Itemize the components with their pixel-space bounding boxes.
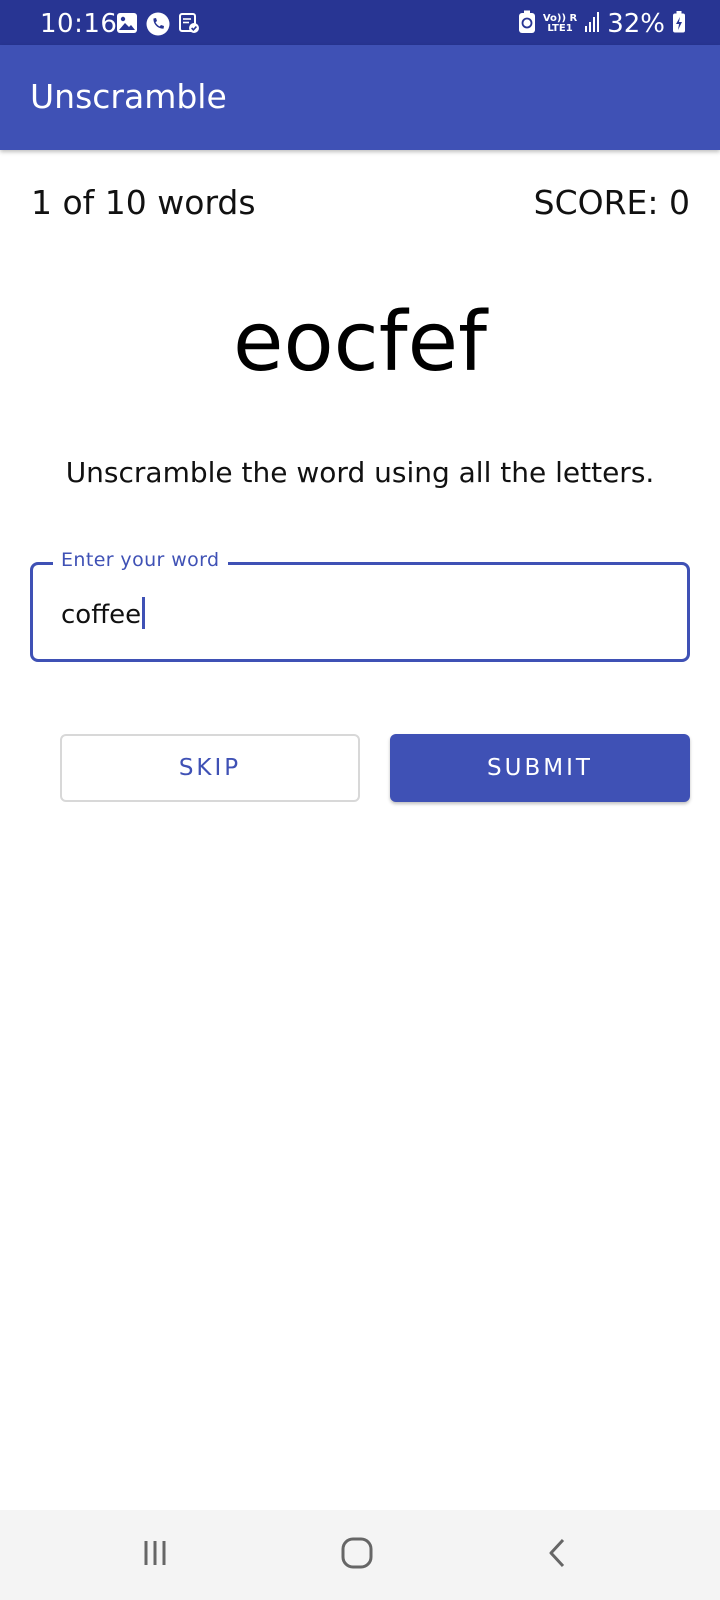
image-icon — [116, 12, 138, 41]
signal-icon — [584, 10, 600, 39]
battery-charging-icon — [672, 10, 686, 39]
status-bar: 10:16 Vo)) R LTE1 32% — [0, 0, 720, 45]
phone-icon — [146, 12, 170, 41]
word-input-value: coffee — [61, 600, 142, 630]
word-input-label: Enter your word — [53, 549, 228, 571]
home-button[interactable] — [332, 1530, 382, 1580]
status-notification-icons — [116, 12, 200, 41]
submit-button-label: SUBMIT — [487, 755, 593, 781]
status-system-icons: Vo)) R LTE1 32% — [518, 9, 686, 39]
score: SCORE: 0 — [533, 183, 690, 222]
word-input[interactable]: coffee — [61, 597, 146, 630]
app-title: Unscramble — [30, 77, 227, 116]
text-cursor — [142, 597, 146, 629]
skip-button[interactable]: SKIP — [60, 734, 360, 802]
word-input-field[interactable]: Enter your word coffee — [30, 549, 690, 662]
instructions: Unscramble the word using all the letter… — [65, 456, 655, 489]
lte-label: LTE1 — [547, 23, 573, 34]
recent-apps-button[interactable] — [130, 1530, 180, 1580]
navigation-bar — [0, 1510, 720, 1600]
app-bar: Unscramble — [0, 45, 720, 150]
scrambled-word: eocfef — [233, 295, 487, 390]
back-icon — [541, 1536, 575, 1575]
skip-button-label: SKIP — [178, 755, 242, 781]
battery-saver-icon — [518, 10, 536, 39]
status-time: 10:16 — [40, 9, 118, 39]
battery-percentage: 32% — [607, 9, 665, 39]
screen: 10:16 Vo)) R LTE1 32% Unscramble 1 of 10… — [0, 0, 720, 1600]
word-count: 1 of 10 words — [31, 183, 256, 222]
clipboard-check-icon — [178, 12, 200, 41]
recent-apps-icon — [138, 1536, 172, 1575]
home-icon — [339, 1535, 375, 1576]
back-button[interactable] — [533, 1530, 583, 1580]
submit-button[interactable]: SUBMIT — [390, 734, 690, 802]
network-type: Vo)) R LTE1 — [543, 14, 577, 34]
